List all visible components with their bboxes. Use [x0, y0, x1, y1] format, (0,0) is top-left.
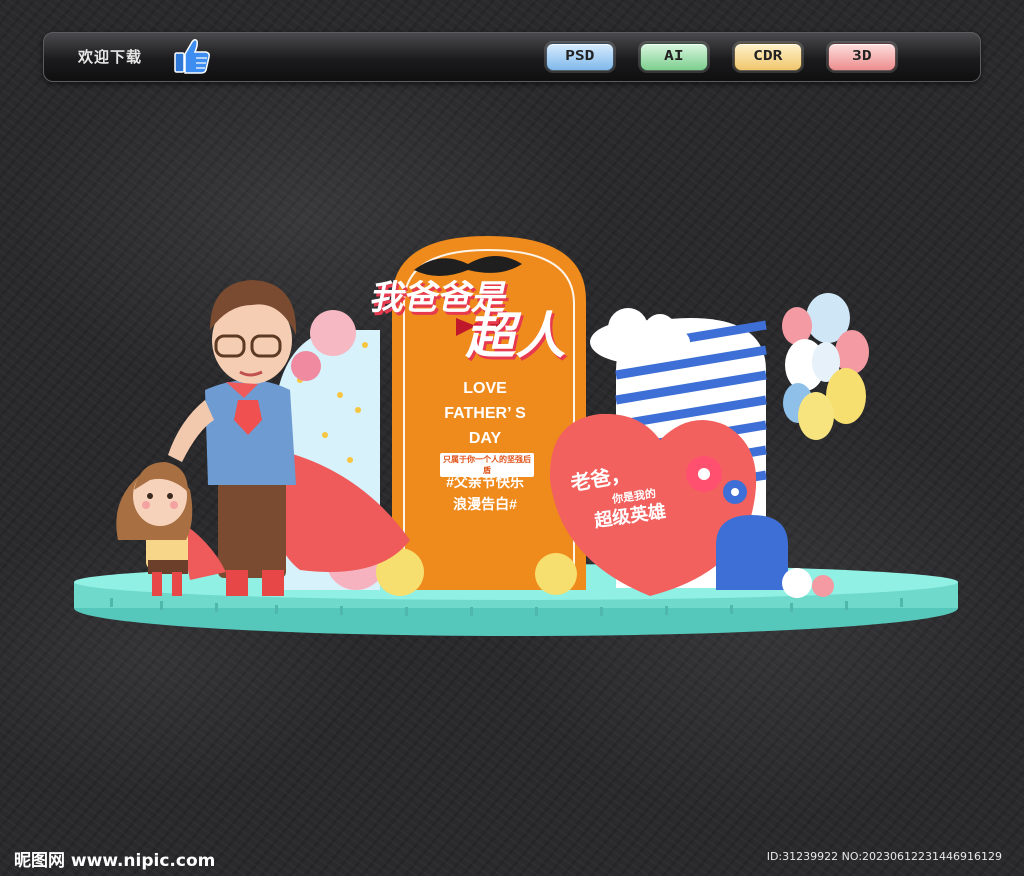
day-text: DAY	[468, 430, 502, 447]
balloon-cluster	[782, 293, 869, 440]
fathers-text: FATHER’ S	[444, 405, 526, 422]
love-text: LOVE	[463, 380, 507, 397]
image-id-text: ID:31239922 NO:20230612231446916129	[766, 850, 1002, 863]
hashtag-line1: #父亲节快乐	[446, 474, 524, 490]
headline-line2: 超人	[463, 308, 576, 364]
nipic-watermark: 昵图网 www.nipic.com	[14, 851, 216, 871]
blue-small-arch	[716, 515, 788, 590]
hashtag-line2: 浪漫告白#	[453, 496, 517, 512]
